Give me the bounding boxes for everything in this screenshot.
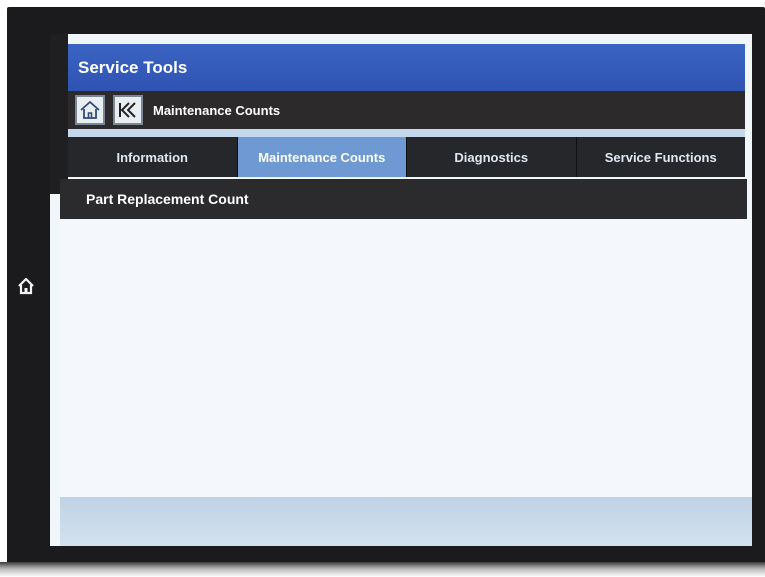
device-bottom-edge [0,562,765,577]
footer-bar [60,497,752,546]
device-bezel: Service Tools Maintenance Counts Informa… [7,7,765,569]
screen-edge [50,34,68,194]
section-header[interactable]: Part Replacement Count [60,179,747,219]
section-title: Part Replacement Count [86,191,249,207]
tab-service-functions[interactable]: Service Functions [577,137,746,177]
nav-divider [68,129,745,137]
tab-label: Service Functions [604,149,717,165]
hardware-home-button[interactable] [17,277,35,295]
tab-label: Maintenance Counts [258,149,386,165]
page-title: Service Tools [78,57,188,77]
home-button[interactable] [75,95,105,125]
touch-screen: Service Tools Maintenance Counts Informa… [50,34,752,546]
tab-label: Diagnostics [454,149,529,165]
content-area [60,219,752,497]
double-back-icon [119,102,136,118]
tab-maintenance-counts[interactable]: Maintenance Counts [237,137,407,177]
breadcrumb: Maintenance Counts [153,102,281,118]
back-button[interactable] [113,95,143,125]
home-icon [18,277,34,295]
tab-label: Information [116,149,189,165]
title-bar: Service Tools [68,44,745,91]
tab-diagnostics[interactable]: Diagnostics [407,137,577,177]
home-icon [80,101,100,119]
tab-bar: Information Maintenance Counts Diagnosti… [68,137,745,177]
navigation-bar: Maintenance Counts [68,91,745,129]
tab-information[interactable]: Information [68,137,238,177]
